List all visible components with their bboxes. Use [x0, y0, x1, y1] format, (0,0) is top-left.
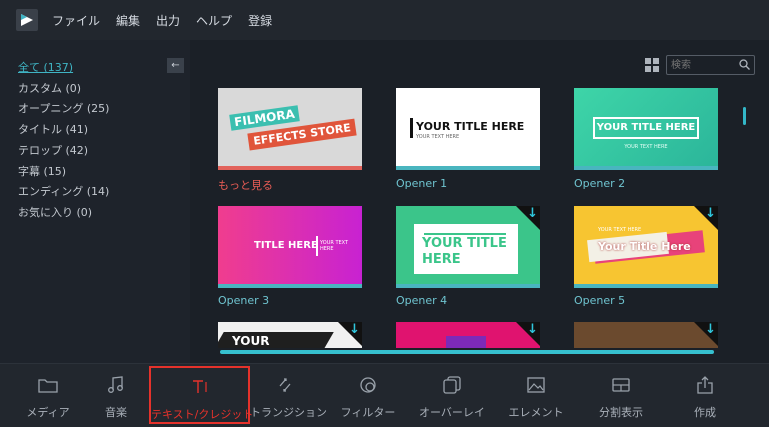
export-button[interactable]: 作成 — [673, 366, 737, 424]
thumb-text: YOUR TEXT HERE — [598, 227, 642, 233]
text-credit-label: テキスト/クレジット — [151, 408, 254, 421]
export-label: 作成 — [694, 406, 716, 419]
split-screen-button[interactable]: 分割表示 — [588, 366, 654, 424]
overlay-button[interactable]: オーバーレイ — [417, 366, 487, 424]
download-icon[interactable]: ↓ — [527, 322, 538, 337]
filter-label: フィルター — [340, 406, 396, 419]
download-icon[interactable]: ↓ — [705, 206, 716, 221]
menu-help[interactable]: ヘルプ — [196, 12, 232, 29]
text-credit-button[interactable]: テキスト/クレジット — [149, 366, 254, 424]
grid-view-icon[interactable] — [645, 58, 659, 72]
title-library: FILMORA EFFECTS STORE もっと見る YOUR TITLE H… — [190, 40, 769, 363]
thumb-text: YOUR TITLE — [422, 236, 507, 251]
app-logo-icon[interactable] — [16, 9, 38, 31]
media-button[interactable]: メディア — [18, 366, 78, 424]
thumb-text: Your Title Here — [598, 240, 691, 253]
element-label: エレメント — [508, 406, 564, 419]
export-icon — [697, 376, 713, 394]
opener-4-thumbnail[interactable]: YOUR TITLE HERE ↓ — [396, 206, 540, 288]
thumb-text: YOUR TEXT HERE — [320, 240, 349, 252]
media-label: メディア — [26, 406, 70, 419]
element-button[interactable]: エレメント — [505, 366, 567, 424]
folder-icon — [38, 379, 58, 393]
filter-icon — [360, 377, 376, 393]
effects-store-thumbnail[interactable]: FILMORA EFFECTS STORE — [218, 88, 362, 170]
search-box[interactable] — [666, 55, 755, 75]
arrow-left-icon[interactable]: ← — [167, 58, 184, 73]
opener-1-thumbnail[interactable]: YOUR TITLE HERE YOUR TEXT HERE — [396, 88, 540, 170]
opener-3-thumbnail[interactable]: TITLE HERE YOUR TEXT HERE — [218, 206, 362, 288]
thumb-bar — [574, 166, 718, 170]
category-title[interactable]: タイトル (41) — [18, 121, 88, 137]
category-subtitle[interactable]: 字幕 (15) — [18, 163, 66, 179]
split-screen-label: 分割表示 — [599, 406, 643, 419]
thumb-text: YOUR TEXT HERE — [416, 134, 460, 140]
thumb-bar — [396, 284, 540, 288]
title-thumbnail-row3-1[interactable]: YOUR ↓ — [218, 322, 362, 348]
more-link[interactable]: もっと見る — [218, 177, 273, 193]
category-custom[interactable]: カスタム (0) — [18, 80, 81, 96]
thumb-text: HERE — [422, 252, 461, 267]
transition-label: トランジション — [250, 406, 327, 419]
category-ending[interactable]: エンディング (14) — [18, 183, 109, 199]
title-thumbnail-row3-2[interactable]: ↓ — [396, 322, 540, 348]
thumb-text: YOUR TEXT HERE — [624, 144, 668, 150]
thumb-text: YOUR TITLE HERE — [596, 122, 696, 133]
music-note-icon — [108, 376, 123, 393]
search-icon[interactable] — [739, 59, 750, 70]
search-input[interactable] — [667, 56, 737, 74]
text-icon — [192, 380, 207, 393]
music-label: 音楽 — [105, 406, 127, 419]
menu-edit[interactable]: 編集 — [116, 12, 140, 29]
vertical-scrollbar[interactable] — [743, 107, 746, 125]
opener-5-label: Opener 5 — [574, 294, 626, 307]
thumb-text: YOUR — [232, 334, 270, 348]
music-button[interactable]: 音楽 — [86, 366, 146, 424]
download-icon[interactable]: ↓ — [705, 322, 716, 337]
category-sidebar: 全て (137) カスタム (0) オープニング (25) タイトル (41) … — [0, 40, 190, 363]
title-thumbnail-row3-3[interactable]: ↓ — [574, 322, 718, 348]
split-screen-icon — [612, 378, 630, 392]
image-icon — [527, 377, 545, 393]
download-icon[interactable]: ↓ — [527, 206, 538, 221]
opener-3-label: Opener 3 — [218, 294, 270, 307]
category-all[interactable]: 全て (137) — [18, 59, 73, 75]
opener-2-label: Opener 2 — [574, 177, 626, 190]
transition-button[interactable]: トランジション — [250, 366, 327, 424]
opener-2-thumbnail[interactable]: YOUR TITLE HERE YOUR TEXT HERE — [574, 88, 718, 170]
thumb-bar — [218, 166, 362, 170]
overlay-label: オーバーレイ — [419, 406, 485, 419]
thumb-bar — [218, 284, 362, 288]
filter-button[interactable]: フィルター — [336, 366, 400, 424]
thumb-text: TITLE HERE — [254, 240, 318, 251]
opener-1-label: Opener 1 — [396, 177, 448, 190]
menu-file[interactable]: ファイル — [52, 12, 100, 29]
transition-icon — [279, 378, 291, 392]
thumb-bar — [574, 284, 718, 288]
opener-5-thumbnail[interactable]: YOUR TEXT HERE Your Title Here ↓ — [574, 206, 718, 288]
category-favorites[interactable]: お気に入り (0) — [18, 204, 92, 220]
overlay-icon — [443, 376, 461, 394]
category-opening[interactable]: オープニング (25) — [18, 100, 109, 116]
category-telop[interactable]: テロップ (42) — [18, 142, 88, 158]
thumb-bar — [396, 166, 540, 170]
opener-4-label: Opener 4 — [396, 294, 448, 307]
thumb-text: YOUR TITLE HERE — [416, 120, 525, 133]
menu-bar: ファイル 編集 出力 ヘルプ 登録 — [0, 0, 769, 40]
menu-export[interactable]: 出力 — [156, 12, 180, 29]
download-icon[interactable]: ↓ — [349, 322, 360, 337]
menu-register[interactable]: 登録 — [248, 12, 272, 29]
horizontal-scrollbar[interactable] — [220, 350, 714, 354]
bottom-toolbar: メディア 音楽 テキスト/クレジット トランジション フィルター オーバーレイ … — [0, 363, 769, 427]
